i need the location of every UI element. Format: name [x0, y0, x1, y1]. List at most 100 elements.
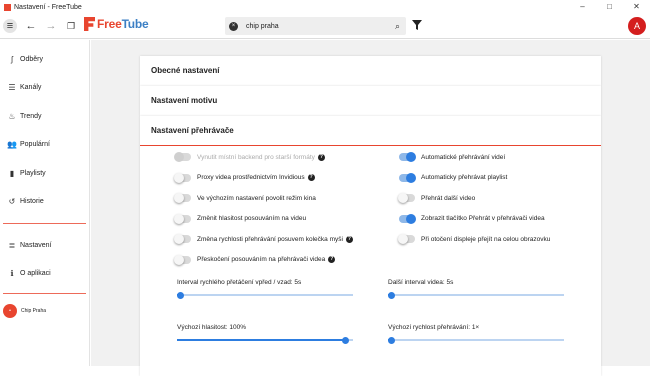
sidebar-item-bookmark[interactable]: ▮ Playlisty	[0, 159, 89, 188]
avatar[interactable]: A	[628, 17, 646, 35]
slider-label: Další interval videa: 5s	[388, 279, 454, 286]
slider-track[interactable]	[388, 336, 564, 344]
sidebar-divider	[3, 293, 86, 294]
toggle-switch[interactable]	[399, 213, 416, 224]
search-bar[interactable]: × chip praha ⌕	[225, 17, 406, 35]
slider-track[interactable]	[177, 336, 353, 344]
sidebar-item-users[interactable]: 👥 Populární	[0, 131, 89, 160]
slider-control[interactable]: Další interval videa: 5s	[388, 279, 564, 299]
app-icon	[4, 3, 11, 11]
toggle-switch[interactable]	[398, 193, 415, 203]
section-theme[interactable]: Nastavení motivu	[140, 86, 601, 116]
slider-label: Interval rychlého přetáčení vpřed / vzad…	[177, 279, 302, 286]
toggle-knob	[174, 152, 184, 162]
setting-toggle-row[interactable]: Při otočení displeje přejít na celou obr…	[398, 234, 550, 244]
info-icon: ℹ	[10, 269, 14, 279]
help-icon[interactable]: ?	[328, 256, 336, 263]
toggle-switch[interactable]	[399, 172, 416, 183]
toggle-switch[interactable]	[174, 172, 191, 183]
help-icon[interactable]: ?	[307, 174, 315, 181]
section-player: Nastavení přehrávače Vynutit místní back…	[140, 116, 601, 376]
setting-label: Zobrazit tlačítko Přehrát v přehrávači v…	[421, 215, 545, 222]
maximize-button[interactable]: □	[596, 0, 623, 14]
help-icon[interactable]: ?	[345, 235, 353, 243]
setting-toggle-row[interactable]: Proxy videa prostřednictvím Invidious?	[174, 172, 315, 183]
slider-control[interactable]: Výchozí hlasitost: 100%	[177, 324, 353, 344]
section-title-theme[interactable]: Nastavení motivu	[140, 86, 601, 116]
setting-label: Automatické přehrávání videí	[421, 153, 506, 161]
setting-toggle-row[interactable]: Přehrát další video	[398, 193, 475, 203]
toggle-knob	[174, 193, 184, 203]
filter-icon[interactable]	[412, 20, 422, 30]
setting-toggle-row[interactable]: Automatické přehrávání videí	[399, 152, 506, 162]
toggle-knob	[406, 213, 416, 224]
slider-track[interactable]	[177, 291, 353, 299]
sidebar-item-info[interactable]: ℹ O aplikaci	[0, 260, 89, 289]
logo-text-tube: Tube	[121, 17, 149, 31]
minimize-button[interactable]: –	[569, 0, 596, 14]
setting-toggle-row[interactable]: Změnit hlasitost posouváním na videu	[174, 213, 307, 224]
sidebar-item-fire[interactable]: ♨ Trendy	[0, 102, 89, 131]
toggle-switch[interactable]	[398, 234, 415, 244]
setting-label: Změnit hlasitost posouváním na videu	[197, 215, 307, 222]
setting-toggle-row[interactable]: Přeskočení posouváním na přehrávači vide…	[174, 254, 336, 265]
slider-label: Výchozí hlasitost: 100%	[177, 324, 247, 331]
slider-thumb[interactable]	[388, 291, 396, 299]
slider-track[interactable]	[388, 291, 564, 299]
slider-fill	[177, 339, 346, 341]
clear-search-icon[interactable]: ×	[229, 21, 238, 31]
profile-avatar: •	[3, 304, 17, 318]
sidebar-item-history[interactable]: ↺ Historie	[0, 188, 89, 217]
toggle-knob	[174, 254, 184, 265]
rss-icon: ʃ	[11, 54, 13, 64]
slider-thumb[interactable]	[388, 336, 396, 344]
menu-icon[interactable]: ≡	[3, 19, 17, 33]
section-general[interactable]: Obecné nastavení	[140, 56, 601, 86]
help-icon[interactable]: ?	[317, 153, 325, 161]
close-button[interactable]: ✕	[623, 0, 650, 14]
fire-icon: ♨	[8, 111, 16, 121]
top-nav: ≡ ← → ❐ FreeTube × chip praha ⌕ A	[0, 14, 650, 39]
slider-control[interactable]: Výchozí rychlost přehrávání: 1×	[388, 324, 564, 344]
toggle-knob	[398, 234, 408, 244]
sidebar-item-label: Odběry	[20, 55, 43, 63]
setting-toggle-row[interactable]: Zobrazit tlačítko Přehrát v přehrávači v…	[399, 213, 545, 224]
bookmark-icon: ▮	[9, 168, 15, 178]
setting-label: Automaticky přehrávat playlist	[421, 174, 508, 181]
section-title-general[interactable]: Obecné nastavení	[140, 56, 601, 86]
slider-control[interactable]: Interval rychlého přetáčení vpřed / vzad…	[177, 279, 353, 299]
sidebar: ʃ Odběry ☰ Kanály ♨ Trendy 👥 Populární ▮ Playlist…	[0, 40, 90, 366]
toggle-knob	[174, 172, 184, 183]
sidebar-item-sliders[interactable]: ≣ Nastavení	[0, 231, 89, 260]
sidebar-item-rss[interactable]: ʃ Odběry	[0, 45, 89, 74]
freetube-logo[interactable]: FreeTube	[84, 17, 149, 31]
window-titlebar: Nastavení - FreeTube – □ ✕	[0, 0, 650, 14]
setting-label: Přeskočení posouváním na přehrávači vide…	[197, 256, 326, 263]
toggle-switch[interactable]	[174, 193, 191, 203]
setting-toggle-row[interactable]: Automaticky přehrávat playlist	[399, 172, 508, 183]
logo-icon	[84, 17, 95, 31]
slider-thumb[interactable]	[177, 291, 185, 299]
toggle-switch[interactable]	[174, 254, 191, 265]
setting-toggle-row[interactable]: Ve výchozím nastavení povolit režim kina	[174, 193, 316, 203]
sidebar-item-label: Populární	[20, 141, 50, 149]
toggle-switch[interactable]	[399, 152, 416, 162]
settings-main: Obecné nastavení Nastavení motivu Nastav…	[91, 40, 650, 376]
forward-icon[interactable]: →	[44, 19, 58, 33]
profile-item[interactable]: • Chip Praha	[0, 301, 89, 321]
slider-thumb[interactable]	[342, 336, 350, 344]
toggle-knob	[398, 193, 408, 203]
logo-text-free: Free	[97, 17, 122, 31]
sidebar-item-label: Kanály	[20, 84, 42, 92]
new-window-icon[interactable]: ❐	[64, 19, 78, 33]
sidebar-item-list[interactable]: ☰ Kanály	[0, 74, 89, 103]
sidebar-item-label: Playlisty	[20, 169, 46, 177]
setting-label: Vynutit místní backend pro starší formát…	[197, 153, 315, 161]
section-title-player[interactable]: Nastavení přehrávače	[140, 116, 601, 146]
search-input[interactable]: chip praha	[246, 23, 395, 30]
setting-toggle-row[interactable]: Změna rychlosti přehrávání posuvem koleč…	[174, 234, 353, 244]
toggle-switch[interactable]	[174, 213, 191, 224]
toggle-switch[interactable]	[174, 234, 191, 244]
back-icon[interactable]: ←	[24, 19, 38, 33]
search-icon[interactable]: ⌕	[395, 21, 400, 32]
